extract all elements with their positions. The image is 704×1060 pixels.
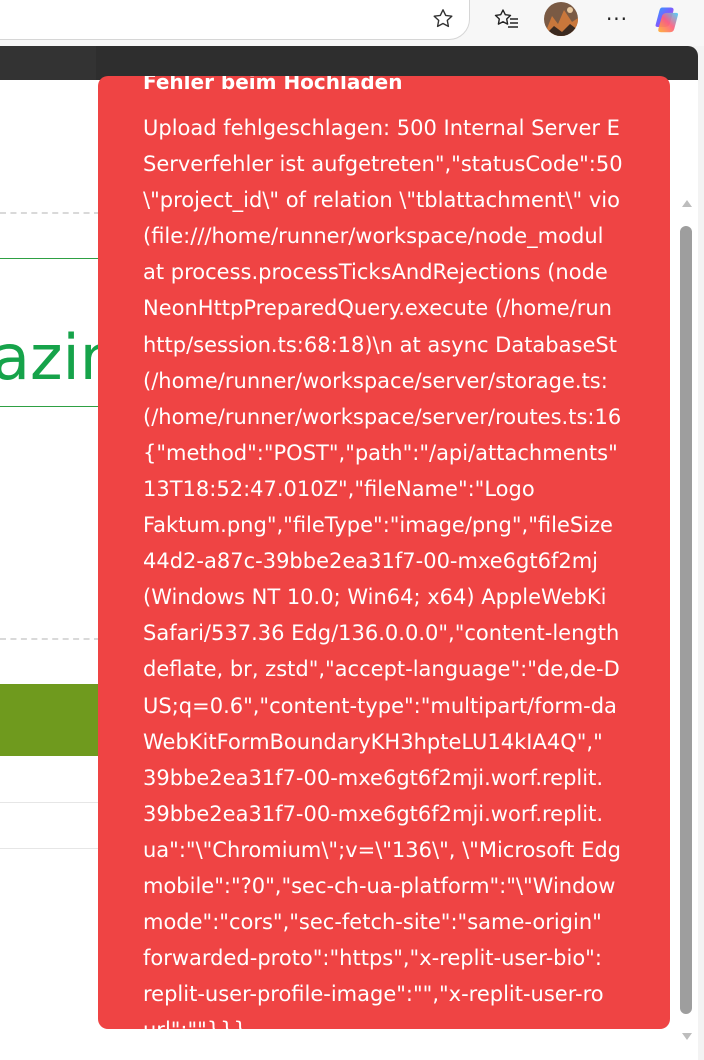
toast-message-line: 13T18:52:47.010Z","fileName":"Logo bbox=[143, 476, 535, 501]
toast-message-line: (/home/runner/workspace/server/routes.ts… bbox=[143, 404, 622, 429]
toast-message: Upload fehlgeschlagen: 500 Internal Serv… bbox=[143, 110, 670, 1029]
toast-message-line: url":""}}} bbox=[143, 1012, 670, 1029]
section-divider bbox=[0, 848, 100, 849]
input-border-top bbox=[0, 258, 100, 259]
toast-message-line: forwarded-proto":"https","x-replit-user-… bbox=[143, 946, 602, 971]
toast-message-line: {"method":"POST","path":"/api/attachment… bbox=[143, 440, 618, 465]
profile-avatar[interactable] bbox=[544, 2, 578, 36]
toast-message-line: Serverfehler ist aufgetreten","statusCod… bbox=[143, 152, 623, 177]
address-bar[interactable] bbox=[0, 0, 470, 40]
scroll-up-icon[interactable] bbox=[682, 200, 692, 207]
primary-action-button[interactable] bbox=[0, 684, 100, 756]
toast-message-line: 39bbe2ea31f7-00-mxe6gt6f2mji.worf.replit… bbox=[143, 801, 604, 826]
toast-message-line: mode":"cors","sec-fetch-site":"same-orig… bbox=[143, 910, 602, 935]
star-icon[interactable] bbox=[428, 4, 458, 34]
toast-title: Fehler beim Hochladen bbox=[143, 76, 403, 94]
toast-message-line: US;q=0.6","content-type":"multipart/form… bbox=[143, 693, 617, 718]
dashed-divider-2 bbox=[0, 638, 100, 640]
toast-message-line: mobile":"?0","sec-ch-ua-platform":"\"Win… bbox=[143, 873, 616, 898]
favorites-icon[interactable] bbox=[492, 4, 522, 34]
toast-message-line: http/session.ts:68:18)\n at async Databa… bbox=[143, 332, 617, 357]
toast-message-line: (Windows NT 10.0; Win64; x64) AppleWebKi bbox=[143, 585, 607, 610]
more-icon[interactable]: ··· bbox=[602, 4, 632, 34]
toast-message-line: Safari/537.36 Edg/136.0.0.0","content-le… bbox=[143, 621, 620, 646]
toast-message-line: Upload fehlgeschlagen: 500 Internal Serv… bbox=[143, 116, 620, 140]
toast-message-line: at process.processTicksAndRejections (no… bbox=[143, 260, 608, 285]
toast-message-line: (/home/runner/workspace/server/storage.t… bbox=[143, 368, 608, 393]
toast-message-line: replit-user-profile-image":"","x-replit-… bbox=[143, 982, 604, 1007]
toast-message-line: ua":"\"Chromium\";v=\"136\", \"Microsoft… bbox=[143, 837, 621, 862]
toast-message-line: WebKitFormBoundaryKH3hpteLU14kIA4Q"," bbox=[143, 729, 603, 754]
toast-message-line: 44d2-a87c-39bbe2ea31f7-00-mxe6gt6f2mj bbox=[143, 549, 598, 574]
scrollbar[interactable] bbox=[676, 196, 698, 1046]
browser-toolbar: ··· bbox=[0, 0, 704, 46]
toast-message-line: 39bbe2ea31f7-00-mxe6gt6f2mji.worf.replit… bbox=[143, 765, 604, 790]
error-toast[interactable]: Fehler beim Hochladen Upload fehlgeschla… bbox=[98, 76, 670, 1029]
scroll-down-icon[interactable] bbox=[682, 1033, 692, 1040]
dashed-divider bbox=[0, 212, 100, 214]
page-header-strip bbox=[0, 46, 96, 80]
toast-message-line: (file:///home/runner/workspace/node_modu… bbox=[143, 224, 604, 249]
toast-message-line: NeonHttpPreparedQuery.execute (/home/run bbox=[143, 296, 612, 321]
scroll-thumb[interactable] bbox=[680, 226, 692, 1014]
toast-message-line: \"project_id\" of relation \"tblattachme… bbox=[143, 188, 620, 213]
input-border-bottom bbox=[0, 406, 100, 407]
toast-message-line: Faktum.png","fileType":"image/png","file… bbox=[143, 513, 613, 538]
copilot-icon[interactable] bbox=[654, 4, 684, 34]
toast-message-line: deflate, br, zstd","accept-language":"de… bbox=[143, 657, 620, 682]
